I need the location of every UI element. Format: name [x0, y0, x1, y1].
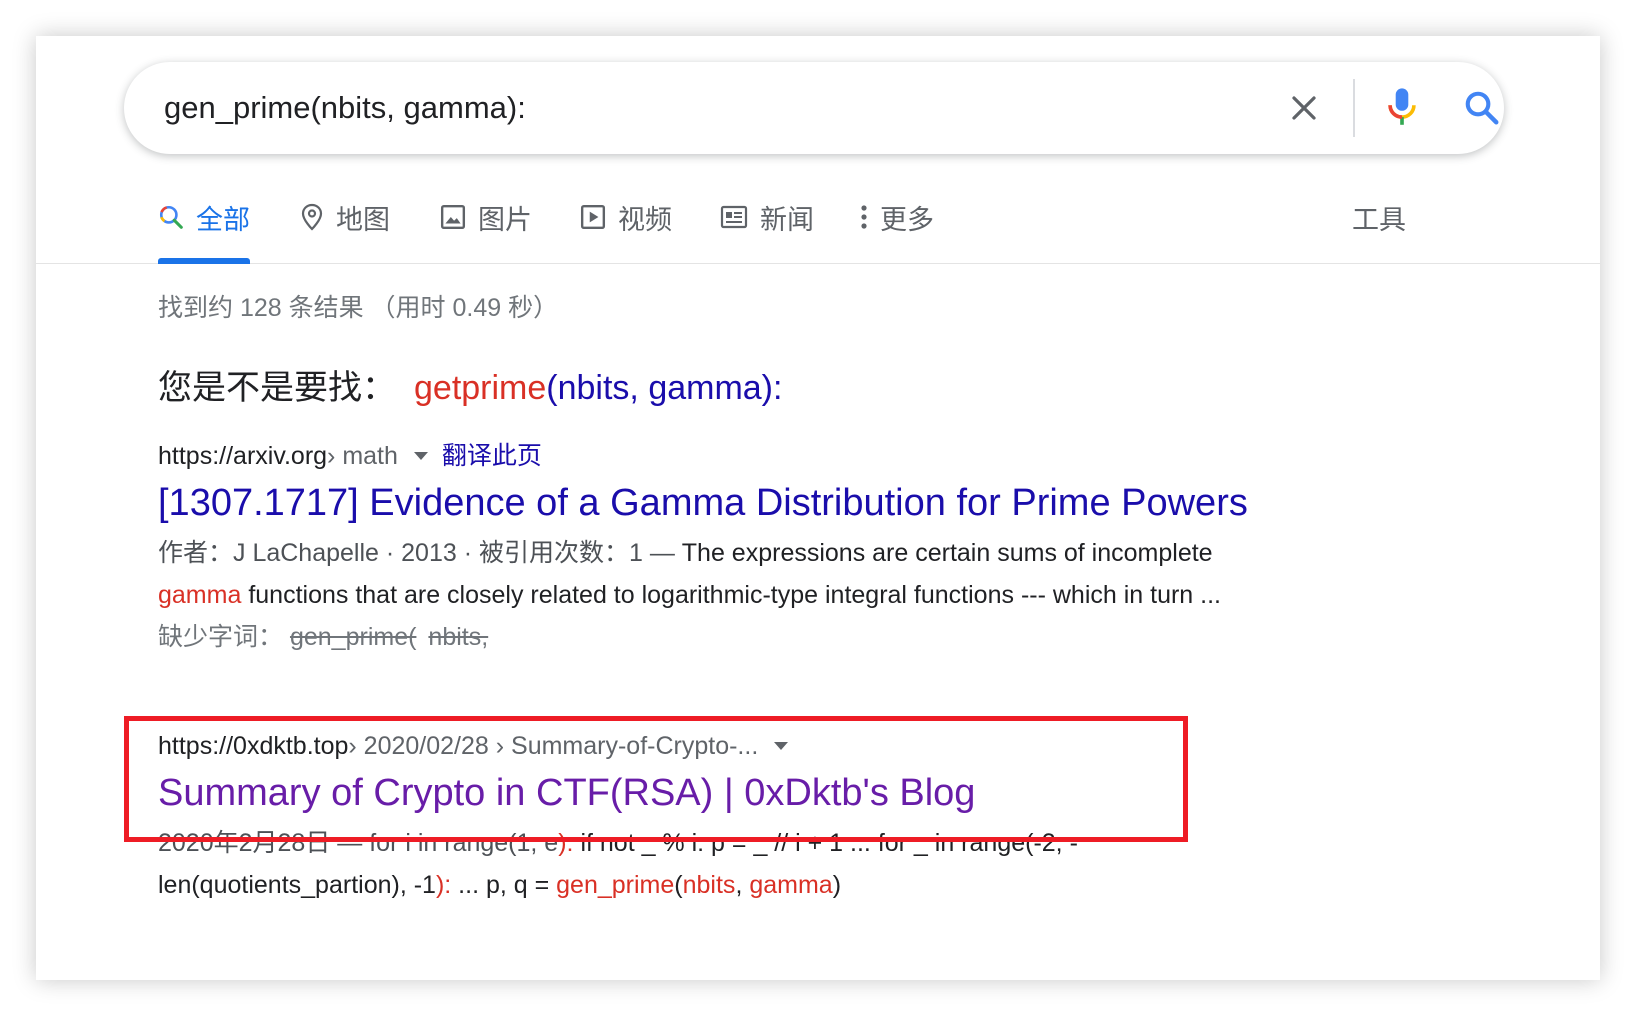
result-stats: 找到约 128 条结果 （用时 0.49 秒）	[158, 294, 559, 322]
result-meta: 作者：J LaChapelle · 2013 · 被引用次数：1 —	[158, 539, 682, 567]
clear-search-button[interactable]	[1284, 88, 1324, 128]
tab-label: 更多	[880, 204, 934, 235]
result-title-link[interactable]: [1307.1717] Evidence of a Gamma Distribu…	[158, 476, 1338, 530]
search-icon	[158, 204, 184, 230]
tab-news[interactable]: 新闻	[720, 176, 814, 264]
corrected-word: getprime	[414, 369, 547, 407]
tools-label: 工具	[1352, 204, 1406, 235]
tab-label: 全部	[196, 204, 250, 235]
snippet-highlight: nbits	[682, 871, 736, 899]
result-path: › math	[327, 442, 398, 470]
close-icon	[1292, 96, 1316, 120]
snippet-text: len(quotients_partion), -1	[158, 871, 436, 899]
more-vert-icon	[860, 204, 868, 230]
search-box-divider	[1353, 79, 1355, 137]
snippet-text: 2020年2月28日 — for i in range(1, e	[158, 829, 559, 857]
search-result: https://arxiv.org › math 翻译此页 [1307.1717…	[158, 436, 1338, 658]
result-options-caret-icon[interactable]	[413, 452, 428, 460]
result-site: https://arxiv.org	[158, 442, 328, 470]
corrected-rest: (nbits, gamma):	[546, 369, 783, 407]
tab-label: 图片	[478, 204, 532, 235]
search-input[interactable]	[164, 62, 1244, 154]
tab-label: 视频	[618, 204, 672, 235]
result-site: https://0xdktb.top	[158, 732, 349, 760]
translate-page-link[interactable]: 翻译此页	[442, 436, 542, 476]
snippet-highlight: ):	[558, 829, 581, 857]
play-icon	[580, 204, 606, 230]
result-path: › 2020/02/28 › Summary-of-Crypto-...	[348, 732, 759, 760]
snippet-text: ,	[735, 871, 750, 899]
image-icon	[440, 204, 466, 230]
tab-videos[interactable]: 视频	[580, 176, 672, 264]
result-cite: https://0xdktb.top › 2020/02/28 › Summar…	[158, 726, 1338, 766]
snippet-highlight: gamma	[749, 871, 833, 899]
search-icon	[1465, 91, 1499, 125]
snippet-text: (	[674, 871, 683, 899]
search-submit-button[interactable]	[1458, 84, 1506, 132]
snippet-text: functions that are closely related to lo…	[241, 581, 1221, 609]
search-box	[124, 62, 1504, 154]
map-pin-icon	[300, 203, 324, 231]
snippet-text: if not _ % i: p = _ // i + 1 ... for _ i…	[580, 829, 1078, 857]
missing-words: 缺少字词： gen_prime( nbits,	[158, 616, 1338, 658]
result-snippet: 作者：J LaChapelle · 2013 · 被引用次数：1 — The e…	[158, 532, 1338, 616]
result-cite: https://arxiv.org › math 翻译此页	[158, 436, 1338, 476]
missing-word: nbits,	[428, 623, 489, 651]
result-title-link[interactable]: Summary of Crypto in CTF(RSA) | 0xDktb's…	[158, 766, 1338, 820]
voice-search-button[interactable]	[1378, 84, 1426, 132]
snippet-highlight: gen_prime	[556, 871, 675, 899]
tab-all[interactable]: 全部	[158, 176, 250, 264]
news-icon	[720, 205, 748, 229]
missing-words-label: 缺少字词：	[158, 623, 284, 651]
search-result: https://0xdktb.top › 2020/02/28 › Summar…	[158, 726, 1338, 906]
tools-button[interactable]: 工具	[1352, 176, 1406, 264]
did-you-mean-label: 您是不是要找：	[158, 369, 396, 407]
missing-word: gen_prime(	[289, 623, 417, 651]
did-you-mean-link[interactable]: getprime(nbits, gamma):	[414, 369, 782, 407]
search-tabs: 全部 地图 图片 视频 新闻 更多 工具	[36, 176, 1600, 264]
browser-window: 全部 地图 图片	[36, 36, 1600, 980]
snippet-text: )	[832, 871, 842, 899]
tab-more[interactable]: 更多	[860, 176, 934, 264]
tab-images[interactable]: 图片	[440, 176, 532, 264]
tab-label: 地图	[336, 204, 390, 235]
snippet-text: ... p, q =	[458, 871, 557, 899]
snippet-highlight: gamma	[158, 581, 242, 609]
did-you-mean: 您是不是要找： getprime(nbits, gamma):	[158, 360, 782, 409]
result-snippet: 2020年2月28日 — for i in range(1, e): if no…	[158, 822, 1338, 906]
tab-maps[interactable]: 地图	[300, 176, 390, 264]
result-options-caret-icon[interactable]	[774, 742, 789, 750]
snippet-highlight: ):	[435, 871, 459, 899]
microphone-icon	[1388, 88, 1416, 125]
snippet-text: The expressions are certain sums of inco…	[681, 539, 1213, 567]
tab-label: 新闻	[760, 204, 814, 235]
